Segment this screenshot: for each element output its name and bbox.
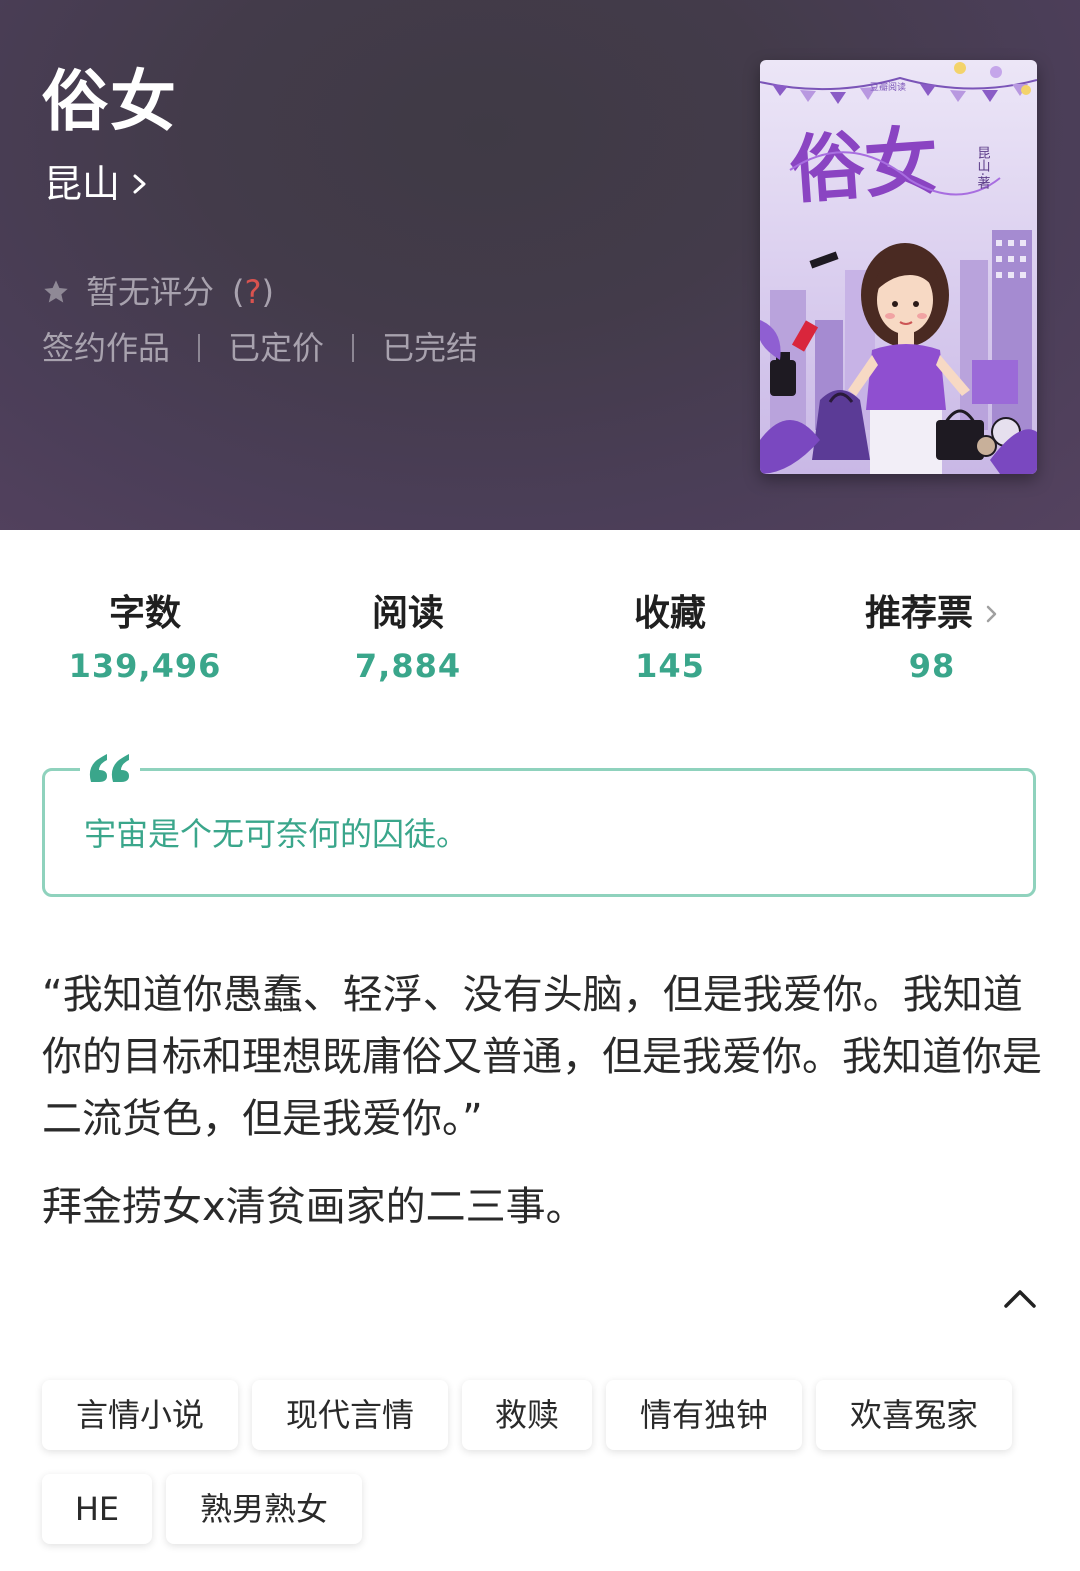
tag-chip[interactable]: 熟男熟女 (166, 1474, 362, 1544)
cover-illustration: 豆瓣阅读 俗女 昆山·著 (760, 60, 1037, 474)
meta-signed: 签约作品 (42, 329, 171, 367)
stat-word-count: 字数 139,496 (45, 590, 245, 686)
stat-label: 收藏 (633, 593, 706, 634)
tag-chip[interactable]: 情有独钟 (606, 1380, 802, 1450)
stat-reads: 阅读 7,884 (308, 590, 508, 686)
book-cover[interactable]: 豆瓣阅读 俗女 昆山·著 (760, 60, 1037, 474)
chevron-right-icon (986, 605, 997, 623)
tag-chip[interactable]: 现代言情 (252, 1380, 448, 1450)
rating-text: 暂无评分 (86, 273, 215, 311)
quote-text: 宇宙是个无可奈何的囚徒。 (84, 815, 469, 853)
stats-row: 字数 139,496 阅读 7,884 收藏 145 推荐票 98 (0, 590, 1080, 700)
chevron-up-icon[interactable] (1000, 1282, 1040, 1314)
description-tagline: 拜金捞女x清贫画家的二三事。 (42, 1184, 586, 1230)
stat-label: 阅读 (371, 593, 444, 634)
stat-label: 推荐票 (864, 593, 973, 634)
tag-chip[interactable]: HE (42, 1474, 152, 1544)
stat-value: 145 (635, 647, 705, 685)
divider (352, 334, 355, 362)
cover-author: 昆山·著 (975, 146, 991, 191)
rating-help-close: ) (261, 273, 274, 311)
stat-value: 7,884 (354, 647, 462, 685)
stat-label: 字数 (108, 593, 181, 634)
meta-completed: 已完结 (382, 329, 479, 367)
meta-priced: 已定价 (228, 329, 325, 367)
book-meta-row: 签约作品 已定价 已完结 (42, 326, 478, 370)
cover-brand: 豆瓣阅读 (870, 81, 906, 93)
quote-mark-icon (80, 748, 140, 788)
stat-label-row: 推荐票 (832, 590, 1032, 638)
tag-chip[interactable]: 救赎 (462, 1380, 592, 1450)
rating-help-open: ( (232, 273, 245, 311)
description-paragraph: “我知道你愚蠢、轻浮、没有头脑，但是我爱你。我知道你的目标和理想既庸俗又普通，但… (42, 972, 1042, 1142)
stat-value: 98 (908, 647, 956, 685)
star-icon (44, 280, 68, 303)
tag-chip[interactable]: 欢喜冤家 (816, 1380, 1012, 1450)
stat-favorites: 收藏 145 (570, 590, 770, 686)
rating-row: 暂无评分 (?) (42, 270, 274, 314)
book-header: 俗女 昆山 暂无评分 (?) 签约作品 已定价 已完结 豆瓣阅读 俗女 昆山·著 (0, 0, 1080, 530)
author-name: 昆山 (44, 162, 121, 206)
cover-title: 俗女 (788, 118, 942, 214)
rating-help-button[interactable]: (?) (232, 270, 274, 314)
stat-value: 139,496 (68, 647, 222, 685)
author-link[interactable]: 昆山 (44, 160, 148, 208)
chevron-right-icon (133, 174, 146, 194)
stat-recommend-votes[interactable]: 推荐票 98 (832, 590, 1032, 686)
tag-chip[interactable]: 言情小说 (42, 1380, 238, 1450)
divider (198, 334, 201, 362)
rating-help-question: ? (244, 273, 262, 311)
book-title: 俗女 (42, 63, 178, 140)
